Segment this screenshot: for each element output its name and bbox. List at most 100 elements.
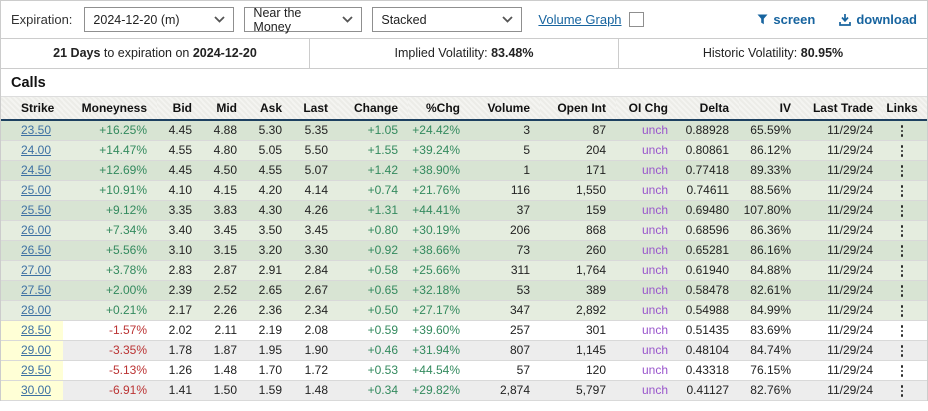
row-menu-kebab-icon[interactable] [900, 244, 904, 257]
column-header-iv[interactable]: IV [739, 96, 801, 121]
cell-mid: 3.45 [202, 220, 247, 241]
row-menu-kebab-icon[interactable] [900, 384, 904, 397]
cell-change: +1.55 [338, 140, 408, 161]
option-row-28.00: 28.00 +0.21% 2.17 2.26 2.36 2.34 +0.50 +27.17% 3… [1, 300, 927, 321]
strike-link[interactable]: 24.50 [21, 163, 51, 177]
column-header-mid[interactable]: Mid [202, 96, 247, 121]
strike-link[interactable]: 27.50 [21, 283, 51, 297]
cell-last_trade: 11/29/24 [801, 260, 883, 281]
days-count: 21 Days [53, 46, 101, 60]
cell-moneyness: -1.57% [63, 320, 157, 341]
row-menu-kebab-icon[interactable] [900, 364, 904, 377]
strike-link[interactable]: 28.00 [21, 303, 51, 317]
option-row-27.00: 27.00 +3.78% 2.83 2.87 2.91 2.84 +0.58 +25.66% 3… [1, 260, 927, 281]
expiration-date: 2024-12-20 [192, 46, 257, 60]
cell-links [883, 360, 927, 381]
cell-links [883, 260, 927, 281]
cell-volume: 257 [470, 320, 540, 341]
column-header-bid[interactable]: Bid [157, 96, 202, 121]
cell-open_int: 159 [540, 200, 616, 221]
cell-oi_chg: unch [616, 360, 678, 381]
strike-link[interactable]: 30.00 [21, 383, 51, 397]
row-menu-kebab-icon[interactable] [900, 264, 904, 277]
cell-mid: 3.15 [202, 240, 247, 261]
cell-bid: 1.78 [157, 340, 202, 361]
cell-strike: 27.00 [1, 260, 63, 281]
volume-graph-link[interactable]: Volume Graph [538, 12, 621, 27]
cell-open_int: 1,764 [540, 260, 616, 281]
column-header-open_int[interactable]: Open Int [540, 96, 616, 121]
strike-link[interactable]: 29.50 [21, 363, 51, 377]
cell-last: 1.72 [292, 360, 338, 381]
row-menu-kebab-icon[interactable] [900, 204, 904, 217]
strike-link[interactable]: 23.50 [21, 123, 51, 137]
column-header-moneyness[interactable]: Moneyness [63, 96, 157, 121]
option-row-25.00: 25.00 +10.91% 4.10 4.15 4.20 4.14 +0.74 +21.76%… [1, 180, 927, 201]
cell-pct_chg: +38.90% [408, 160, 470, 181]
cell-bid: 1.26 [157, 360, 202, 381]
cell-delta: 0.88928 [678, 120, 739, 141]
download-button[interactable]: download [839, 12, 917, 27]
cell-volume: 1 [470, 160, 540, 181]
cell-links [883, 220, 927, 241]
cell-change: +0.74 [338, 180, 408, 201]
cell-last_trade: 11/29/24 [801, 140, 883, 161]
cell-oi_chg: unch [616, 200, 678, 221]
row-menu-kebab-icon[interactable] [900, 184, 904, 197]
strike-link[interactable]: 26.50 [21, 243, 51, 257]
expiration-select[interactable]: 2024-12-20 (m) [84, 7, 235, 32]
strike-link[interactable]: 29.00 [21, 343, 51, 357]
cell-moneyness: +5.56% [63, 240, 157, 261]
column-header-last_trade[interactable]: Last Trade [801, 96, 883, 121]
strike-link[interactable]: 26.00 [21, 223, 51, 237]
cell-last_trade: 11/29/24 [801, 240, 883, 261]
cell-strike: 24.00 [1, 140, 63, 161]
strike-link[interactable]: 24.00 [21, 143, 51, 157]
volume-graph-checkbox[interactable] [628, 12, 644, 27]
column-header-last[interactable]: Last [292, 96, 338, 121]
row-menu-kebab-icon[interactable] [900, 164, 904, 177]
cell-last_trade: 11/29/24 [801, 180, 883, 201]
cell-oi_chg: unch [616, 240, 678, 261]
option-row-29.00: 29.00 -3.35% 1.78 1.87 1.95 1.90 +0.46 +31.94% 8… [1, 340, 927, 361]
cell-moneyness: +0.21% [63, 300, 157, 321]
column-header-ask[interactable]: Ask [247, 96, 292, 121]
row-menu-kebab-icon[interactable] [900, 284, 904, 297]
strike-link[interactable]: 25.50 [21, 203, 51, 217]
column-header-change[interactable]: Change [338, 96, 408, 121]
cell-ask: 4.55 [247, 160, 292, 181]
row-menu-kebab-icon[interactable] [900, 344, 904, 357]
cell-iv: 86.16% [739, 240, 801, 261]
column-header-delta[interactable]: Delta [678, 96, 739, 121]
cell-bid: 4.45 [157, 160, 202, 181]
cell-delta: 0.77418 [678, 160, 739, 181]
row-menu-kebab-icon[interactable] [900, 324, 904, 337]
column-header-pct_chg[interactable]: %Chg [408, 96, 470, 121]
row-menu-kebab-icon[interactable] [900, 224, 904, 237]
moneyness-filter-select[interactable]: Near the Money [244, 6, 363, 34]
strike-link[interactable]: 25.00 [21, 183, 51, 197]
column-header-links[interactable]: Links [883, 96, 927, 121]
cell-delta: 0.65281 [678, 240, 739, 261]
row-menu-kebab-icon[interactable] [900, 144, 904, 157]
cell-iv: 76.15% [739, 360, 801, 381]
cell-change: +0.92 [338, 240, 408, 261]
cell-iv: 86.12% [739, 140, 801, 161]
cell-iv: 86.36% [739, 220, 801, 241]
cell-oi_chg: unch [616, 260, 678, 281]
cell-last_trade: 11/29/24 [801, 340, 883, 361]
cell-oi_chg: unch [616, 340, 678, 361]
column-header-oi_chg[interactable]: OI Chg [616, 96, 678, 121]
cell-change: +0.59 [338, 320, 408, 341]
cell-iv: 84.88% [739, 260, 801, 281]
strike-link[interactable]: 28.50 [21, 323, 51, 337]
column-header-volume[interactable]: Volume [470, 96, 540, 121]
chevron-down-icon [502, 16, 514, 23]
screen-button[interactable]: screen [757, 12, 815, 27]
row-menu-kebab-icon[interactable] [900, 125, 904, 137]
view-mode-select[interactable]: Stacked [372, 7, 523, 32]
strike-link[interactable]: 27.00 [21, 263, 51, 277]
row-menu-kebab-icon[interactable] [900, 304, 904, 317]
column-header-strike[interactable]: Strike [1, 96, 63, 121]
historic-volatility: Historic Volatility: 80.95% [618, 39, 927, 68]
